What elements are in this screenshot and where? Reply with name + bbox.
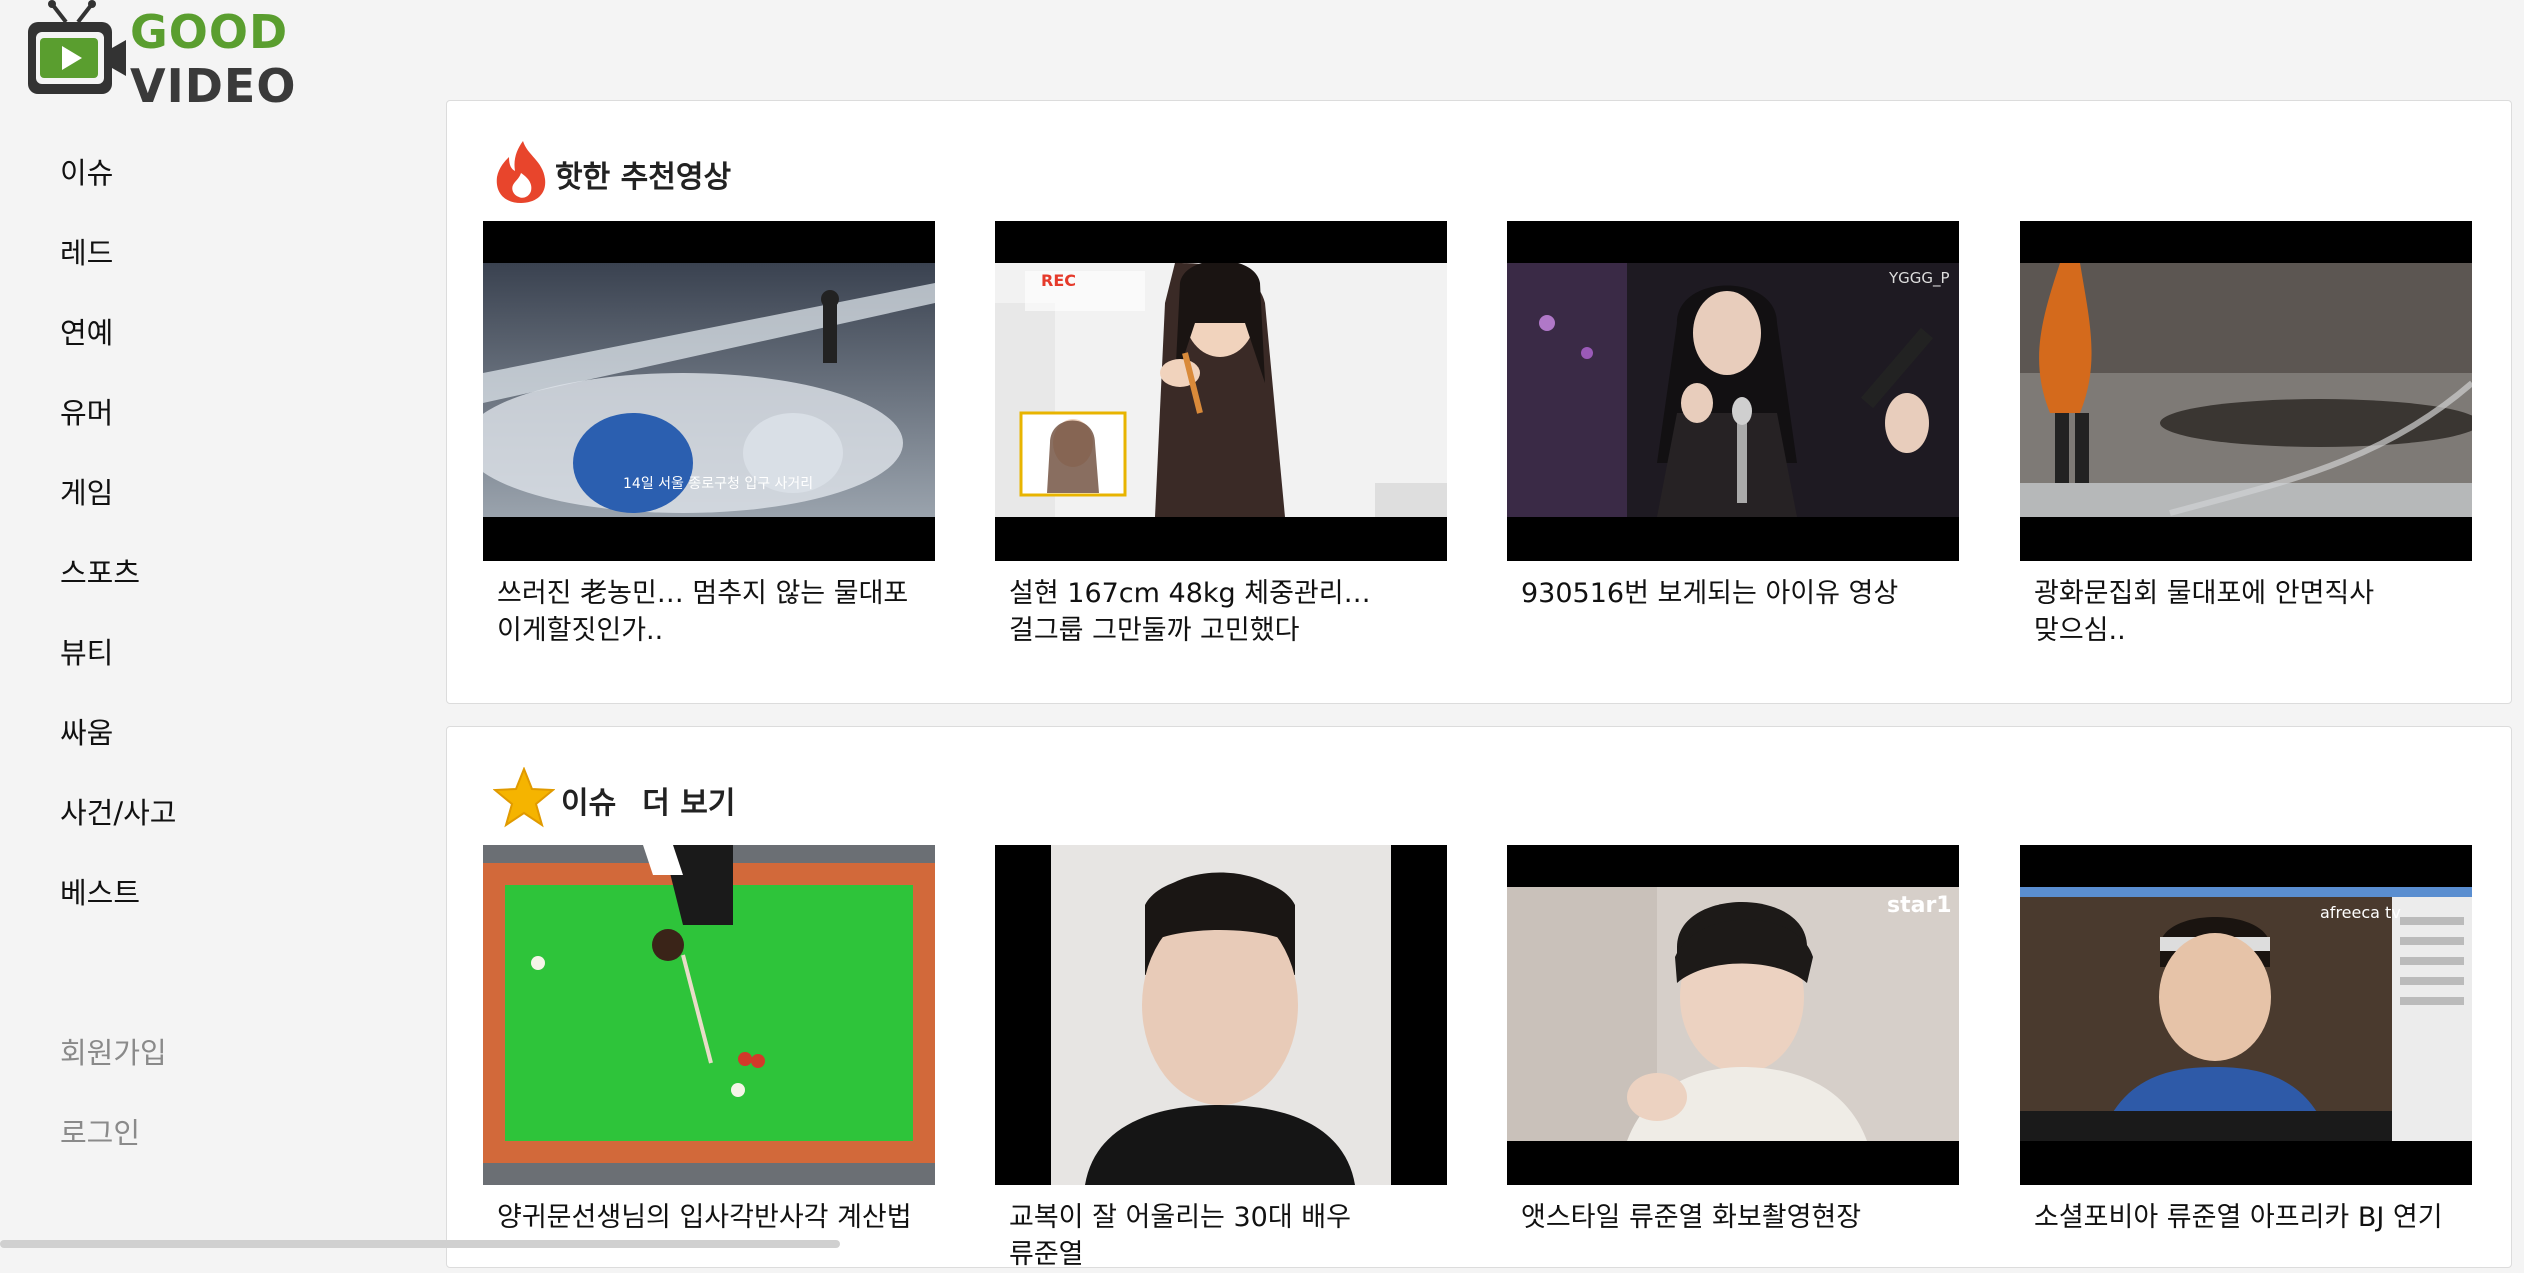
thumbnail-overlay-text: star1 xyxy=(1887,893,1952,918)
video-thumbnail[interactable]: 14일 서울 종로구청 입구 사거리 xyxy=(483,221,935,561)
logo-good: GOOD xyxy=(130,5,289,59)
horizontal-scrollbar[interactable] xyxy=(0,1240,840,1248)
video-card[interactable]: 14일 서울 종로구청 입구 사거리 쓰러진 老농민… 멈추지 않는 물대포 이… xyxy=(483,221,935,649)
login-link[interactable]: 로그인 xyxy=(60,1110,140,1152)
issue-videos-header: 이슈 더 보기 xyxy=(492,765,735,835)
video-card[interactable]: YGGG_P 930516번 보게되는 아이유 영상 xyxy=(1507,221,1959,612)
thumbnail-overlay-text: 14일 서울 종로구청 입구 사거리 xyxy=(623,476,814,492)
video-title[interactable]: 양귀문선생님의 입사각반사각 계산법 xyxy=(483,1185,935,1236)
sidebar-item-beauty[interactable]: 뷰티 xyxy=(60,630,113,672)
video-card[interactable]: 광화문집회 물대포에 안면직사 맞으심.. xyxy=(2020,221,2472,649)
video-title[interactable]: 쓰러진 老농민… 멈추지 않는 물대포 이게할짓인가.. xyxy=(483,561,935,649)
more-link[interactable]: 더 보기 xyxy=(642,778,735,822)
video-thumbnail[interactable]: afreeca tv xyxy=(2020,845,2472,1185)
video-thumbnail[interactable] xyxy=(995,845,1447,1185)
video-title[interactable]: 교복이 잘 어울리는 30대 배우 류준열 xyxy=(995,1185,1447,1273)
sidebar-item-issue[interactable]: 이슈 xyxy=(60,150,113,192)
video-title[interactable]: 앳스타일 류준열 화보촬영현장 xyxy=(1507,1185,1959,1236)
video-title[interactable]: 소셜포비아 류준열 아프리카 BJ 연기 xyxy=(2020,1185,2472,1236)
hot-videos-panel: 핫한 추천영상 14일 서울 종로구청 입구 사거리 쓰러진 老농민… 멈추지 xyxy=(446,100,2512,704)
sidebar-item-incident[interactable]: 사건/사고 xyxy=(60,790,177,832)
video-title[interactable]: 설현 167cm 48kg 체중관리… 걸그룹 그만둘까 고민했다 xyxy=(995,561,1447,649)
sidebar-item-red[interactable]: 레드 xyxy=(60,230,113,272)
tv-icon xyxy=(26,0,126,100)
video-card[interactable]: 교복이 잘 어울리는 30대 배우 류준열 xyxy=(995,845,1447,1273)
fire-icon xyxy=(493,139,549,209)
signup-link[interactable]: 회원가입 xyxy=(60,1030,167,1072)
thumbnail-overlay-text: afreeca tv xyxy=(2320,903,2401,922)
video-card[interactable]: star1 앳스타일 류준열 화보촬영현장 xyxy=(1507,845,1959,1236)
video-title[interactable]: 930516번 보게되는 아이유 영상 xyxy=(1507,561,1959,612)
thumbnail-overlay-text: REC xyxy=(1041,271,1076,290)
issue-videos-title: 이슈 xyxy=(561,786,617,821)
star-icon xyxy=(492,766,556,833)
video-card[interactable]: 양귀문선생님의 입사각반사각 계산법 xyxy=(483,845,935,1236)
logo-text: GOOD VIDEO xyxy=(130,5,446,113)
video-thumbnail[interactable] xyxy=(483,845,935,1185)
sidebar-item-game[interactable]: 게임 xyxy=(60,470,113,512)
sidebar-item-entertainment[interactable]: 연예 xyxy=(60,310,113,352)
hot-videos-header: 핫한 추천영상 xyxy=(493,139,731,209)
sidebar-nav: 이슈 레드 연예 유머 게임 스포츠 뷰티 싸움 사건/사고 베스트 회원가입 … xyxy=(0,100,440,1248)
video-card[interactable]: afreeca tv 소셜포비아 류준열 아프리카 BJ 연기 xyxy=(2020,845,2472,1236)
thumbnail-overlay-text: YGGG_P xyxy=(1889,269,1950,287)
sidebar-item-humor[interactable]: 유머 xyxy=(60,390,113,432)
issue-videos-panel: 이슈 더 보기 양귀문선생님의 입사각반사각 계산법 교복이 잘 어울리는 30… xyxy=(446,726,2512,1270)
sidebar-item-fight[interactable]: 싸움 xyxy=(60,710,113,752)
video-thumbnail[interactable]: YGGG_P xyxy=(1507,221,1959,561)
video-thumbnail[interactable] xyxy=(2020,221,2472,561)
video-thumbnail[interactable]: star1 xyxy=(1507,845,1959,1185)
sidebar-item-best[interactable]: 베스트 xyxy=(60,870,140,912)
video-thumbnail[interactable]: REC xyxy=(995,221,1447,561)
site-logo[interactable]: GOOD VIDEO xyxy=(26,0,446,113)
video-title[interactable]: 광화문집회 물대포에 안면직사 맞으심.. xyxy=(2020,561,2472,649)
hot-videos-title: 핫한 추천영상 xyxy=(555,160,732,195)
video-card[interactable]: REC 설현 167cm 48kg 체중관리… 걸그룹 그만둘까 고민했다 xyxy=(995,221,1447,649)
sidebar-item-sports[interactable]: 스포츠 xyxy=(60,550,140,592)
